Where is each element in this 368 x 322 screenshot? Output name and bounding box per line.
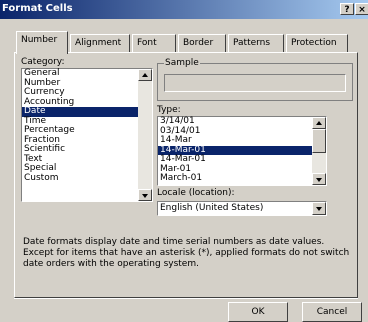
tab-alignment[interactable]: Alignment bbox=[70, 34, 130, 53]
tab-patterns[interactable]: Patterns bbox=[228, 34, 284, 53]
category-item[interactable]: Custom bbox=[22, 173, 138, 184]
tab-border[interactable]: Border bbox=[178, 34, 226, 53]
locale-dropdown[interactable]: English (United States) bbox=[157, 201, 327, 216]
scroll-thumb[interactable] bbox=[312, 129, 326, 153]
type-item[interactable]: March-01 bbox=[158, 173, 312, 184]
locale-value: English (United States) bbox=[160, 203, 264, 213]
ok-button[interactable]: OK bbox=[228, 302, 288, 322]
category-label: Category: bbox=[21, 57, 65, 67]
type-listbox[interactable]: 3/14/01 03/14/01 14-Mar 14-Mar-01 14-Mar-01 M… bbox=[157, 116, 327, 186]
sample-group: Sample bbox=[157, 58, 353, 101]
tab-font[interactable]: Font bbox=[132, 34, 176, 53]
type-scrollbar[interactable] bbox=[312, 117, 326, 185]
title-bar: Format Cells ? × bbox=[0, 0, 368, 19]
window-title: Format Cells bbox=[2, 3, 73, 14]
scroll-down-icon[interactable] bbox=[138, 189, 152, 201]
scroll-up-icon[interactable] bbox=[138, 69, 152, 81]
type-label: Type: bbox=[157, 105, 181, 115]
tab-protection[interactable]: Protection bbox=[286, 34, 348, 53]
tab-panel-number: Category: General Number Currency Accountin… bbox=[14, 52, 358, 298]
sample-label: Sample bbox=[164, 58, 200, 68]
dropdown-arrow-icon[interactable] bbox=[312, 202, 326, 215]
cancel-button[interactable]: Cancel bbox=[302, 302, 362, 322]
category-scrollbar[interactable] bbox=[138, 69, 152, 201]
locale-label: Locale (location): bbox=[157, 188, 235, 198]
scroll-up-icon[interactable] bbox=[312, 117, 326, 129]
sample-preview bbox=[164, 74, 346, 92]
category-listbox[interactable]: General Number Currency Accounting Date Time P… bbox=[21, 68, 153, 202]
format-description: Date formats display date and time seria… bbox=[23, 237, 350, 269]
tab-number[interactable]: Number bbox=[16, 31, 68, 54]
close-button[interactable]: × bbox=[355, 3, 368, 15]
help-button[interactable]: ? bbox=[340, 3, 354, 15]
scroll-down-icon[interactable] bbox=[312, 173, 326, 185]
